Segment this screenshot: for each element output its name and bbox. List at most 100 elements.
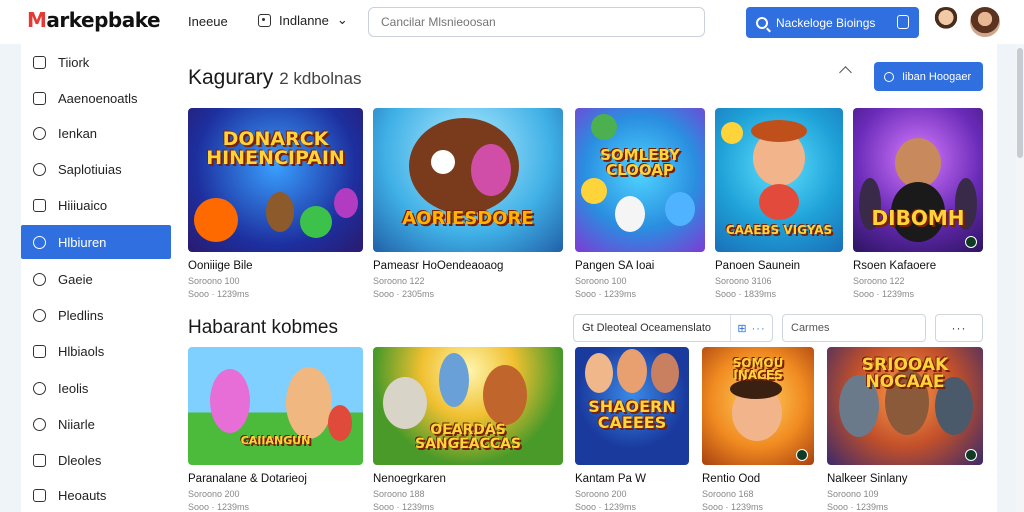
sidebar-item-4[interactable]: Hiiiuaico: [21, 188, 171, 222]
game-thumbnail: DONARCK HINENCIPAIN: [188, 108, 363, 252]
search-icon: [884, 71, 894, 82]
card-meta: Sooo · 1239ms: [702, 502, 764, 512]
card-meta: Soroono 100: [575, 276, 627, 286]
card-meta: Sooo · 1239ms: [853, 289, 915, 299]
sidebar-item-6[interactable]: Gaeie: [21, 262, 171, 296]
sidebar-item-7[interactable]: Pledlins: [21, 298, 171, 332]
card-title: Nenoegrkaren: [373, 473, 446, 485]
game-thumbnail: AORIESDORE: [373, 108, 563, 252]
filter-dropdown[interactable]: Gt Dleoteal Oceamenslato ⊞ ···: [573, 314, 773, 342]
card-title: Pameasr HoOendeaoaog: [373, 260, 504, 272]
card-meta: Sooo · 1839ms: [715, 289, 777, 299]
category-dropdown[interactable]: Indlanne ⌄: [258, 12, 348, 28]
sidebar-item-2[interactable]: Ienkan: [21, 116, 171, 150]
game-card[interactable]: SHAOERN CAEEES Kantam Pa W Soroono 200 S…: [575, 347, 689, 512]
card-meta: Soroono 122: [853, 276, 905, 286]
game-card[interactable]: DIBOMH Rsoen Kafaoere Soroono 122 Sooo ·…: [853, 108, 983, 308]
filter-search-input[interactable]: Carmes: [782, 314, 926, 342]
app-logo[interactable]: Markepbake: [27, 8, 161, 32]
card-meta: Soroono 200: [575, 489, 627, 499]
card-meta: Sooo · 1239ms: [575, 289, 637, 299]
main-content: Kagurary 2 kdbolnas Iiban Hoogaer DONARCK…: [177, 44, 997, 512]
game-card[interactable]: AORIESDORE Pameasr HoOendeaoaog Soroono …: [373, 108, 563, 308]
card-title: Rsoen Kafaoere: [853, 260, 937, 272]
card-title: Ooniiige Bile: [188, 260, 253, 272]
card-meta: Sooo · 2305ms: [373, 289, 435, 299]
card-meta: Soroono 122: [373, 276, 425, 286]
search-icon: [756, 16, 768, 29]
sidebar: Tiiork Aaenoenoatls Ienkan Saplotiuias H…: [21, 44, 177, 512]
card-meta: Sooo · 1239ms: [827, 502, 889, 512]
card-meta: Sooo · 1239ms: [575, 502, 637, 512]
platform-icon: [796, 449, 808, 461]
scrollbar-thumb[interactable]: [1017, 48, 1023, 158]
game-card[interactable]: SOMOU INACES Rentio Ood Soroono 168 Sooo…: [702, 347, 814, 512]
card-meta: Soroono 168: [702, 489, 754, 499]
bag-icon: [33, 344, 46, 358]
sidebar-item-3[interactable]: Saplotiuias: [21, 152, 171, 186]
card-title: Kantam Pa W: [575, 473, 646, 485]
game-card[interactable]: SOMLEBY CLOOAP Pangen SA Ioai Soroono 10…: [575, 108, 705, 308]
game-thumbnail: SOMLEBY CLOOAP: [575, 108, 705, 252]
sidebar-item-12[interactable]: Heoauts: [21, 478, 171, 512]
tag-icon: [33, 126, 46, 140]
game-thumbnail: SHAOERN CAEEES: [575, 347, 689, 465]
chevron-down-icon: ⌄: [336, 12, 348, 27]
card-title: Rentio Ood: [702, 473, 761, 485]
store-icon: [258, 13, 271, 27]
card-meta: Sooo · 1239ms: [188, 289, 250, 299]
collapse-icon[interactable]: [839, 66, 852, 79]
grid-view-icon[interactable]: ⊞ ···: [730, 315, 772, 341]
document-icon: [33, 453, 46, 467]
game-card[interactable]: DONARCK HINENCIPAIN Ooniiige Bile Soroon…: [188, 108, 363, 308]
card-title: Paranalane & Dotarieoj: [188, 473, 307, 485]
game-thumbnail: DIBOMH: [853, 108, 983, 252]
section-action-button[interactable]: Iiban Hoogaer: [874, 62, 983, 91]
card-meta: Sooo · 1239ms: [373, 502, 435, 512]
bag-icon: [897, 15, 909, 29]
sidebar-item-9[interactable]: Ieolis: [21, 371, 171, 405]
section-title: Kagurary 2 kdbolnas: [188, 66, 362, 89]
settings-icon: [33, 417, 46, 431]
home-icon: [33, 55, 46, 69]
platform-icon: [965, 236, 977, 248]
card-meta: Soroono 100: [188, 276, 240, 286]
card-title: Nalkeer Sinlany: [827, 473, 908, 485]
grid-icon: [33, 198, 46, 212]
sidebar-item-10[interactable]: Niiarle: [21, 407, 171, 441]
platform-icon: [965, 449, 977, 461]
game-thumbnail: OEARDAS SANGEACCAS: [373, 347, 563, 465]
card-meta: Soroono 188: [373, 489, 425, 499]
top-bar: Markepbake Ineeue Indlanne ⌄ Nackeloge B…: [0, 0, 1024, 44]
dropdown-label: Indlanne: [279, 12, 329, 28]
more-options-button[interactable]: ···: [935, 314, 983, 342]
avatar[interactable]: [931, 7, 961, 37]
card-meta: Sooo · 1239ms: [188, 502, 250, 512]
game-thumbnail: SOMOU INACES: [702, 347, 814, 465]
search-icon: [33, 381, 46, 395]
user-icon: [33, 162, 46, 176]
game-card[interactable]: SRIOOAK NOCAAE Nalkeer Sinlany Soroono 1…: [827, 347, 983, 512]
game-thumbnail: CAIIANGUN: [188, 347, 363, 465]
sidebar-item-8[interactable]: Hlbiaols: [21, 334, 171, 368]
game-card[interactable]: CAAEBS VIGYAS Panoen Saunein Soroono 310…: [715, 108, 843, 308]
sidebar-item-11[interactable]: Dleoles: [21, 443, 171, 477]
sidebar-item-5-active[interactable]: Hlbiuren: [21, 225, 171, 259]
card-meta: Soroono 3106: [715, 276, 772, 286]
nav-link[interactable]: Ineeue: [188, 14, 228, 29]
sidebar-item-1[interactable]: Aaenoenoatls: [21, 81, 171, 115]
game-card[interactable]: CAIIANGUN Paranalane & Dotarieoj Soroono…: [188, 347, 363, 512]
game-thumbnail: SRIOOAK NOCAAE: [827, 347, 983, 465]
user-avatar[interactable]: [970, 7, 1000, 37]
search-input[interactable]: [368, 7, 705, 37]
marketplace-button[interactable]: Nackeloge Bioings: [746, 7, 919, 38]
game-card[interactable]: OEARDAS SANGEACCAS Nenoegrkaren Soroono …: [373, 347, 563, 512]
book-icon: [33, 91, 46, 105]
card-title: Panoen Saunein: [715, 260, 801, 272]
card-meta: Soroono 200: [188, 489, 240, 499]
card-meta: Soroono 109: [827, 489, 879, 499]
card-title: Pangen SA Ioai: [575, 260, 655, 272]
circle-icon: [33, 235, 46, 249]
game-thumbnail: CAAEBS VIGYAS: [715, 108, 843, 252]
sidebar-item-0[interactable]: Tiiork: [21, 45, 171, 79]
